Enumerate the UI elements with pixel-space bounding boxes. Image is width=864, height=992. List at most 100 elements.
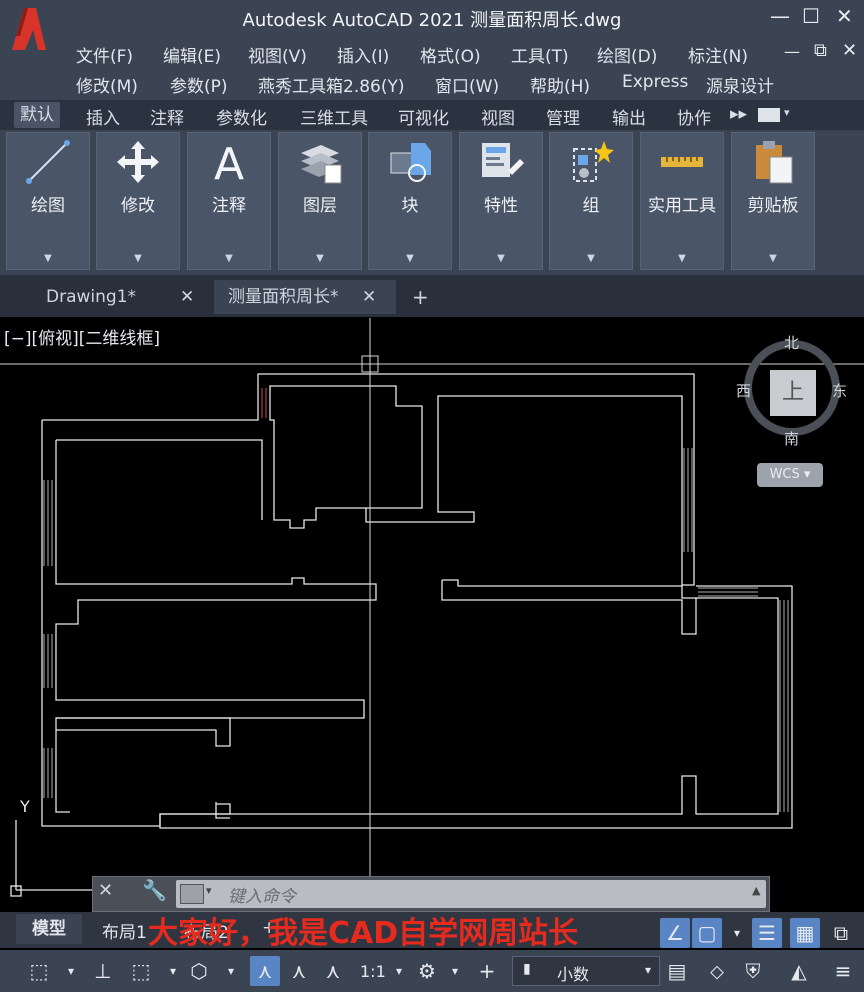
menu-tools[interactable]: 工具(T) <box>511 42 569 67</box>
command-history-dropdown-icon[interactable]: ▾ <box>206 884 212 897</box>
doc-restore-button[interactable]: ⧉ <box>814 40 827 61</box>
compass-north[interactable]: 北 <box>784 332 799 353</box>
annotation-visibility-icon[interactable]: ⋏ <box>250 956 280 986</box>
minimize-button[interactable]: — <box>770 4 790 28</box>
panel-draw[interactable]: 绘图 ▼ <box>6 132 90 270</box>
ucs-menu-button[interactable]: WCS ▾ <box>757 463 823 487</box>
scale-dropdown-icon[interactable]: ▾ <box>384 956 414 986</box>
close-button[interactable]: ✕ <box>836 4 853 28</box>
panel-modify[interactable]: 修改 ▼ <box>96 132 180 270</box>
menu-help[interactable]: 帮助(H) <box>530 72 590 97</box>
tab-visualize[interactable]: 可视化 <box>398 104 449 129</box>
more-tabs-icon[interactable]: ▸▸ <box>730 104 747 124</box>
close-icon[interactable]: ✕ <box>362 280 376 314</box>
panel-clipboard[interactable]: 剪贴板 ▼ <box>731 132 815 270</box>
dynamic-ucs-icon[interactable]: ⊥ <box>88 956 118 986</box>
tab-parametric[interactable]: 参数化 <box>216 104 267 129</box>
workspace-dropdown-icon[interactable]: ▾ <box>440 956 470 986</box>
3d-osnap-icon[interactable]: ⬚ <box>24 956 54 986</box>
chevron-down-icon[interactable]: ▼ <box>7 253 89 264</box>
gear-icon[interactable]: ⚙ <box>412 956 442 986</box>
chevron-down-icon: ▾ <box>644 963 651 977</box>
gizmo-icon[interactable]: ⬡ <box>184 956 214 986</box>
viewcube-top-face[interactable]: 上 <box>770 370 816 416</box>
menu-yanxiu[interactable]: 燕秀工具箱2.86(Y) <box>258 72 405 97</box>
ribbon-minimize-icon[interactable] <box>758 108 780 122</box>
hardware-acceleration-icon[interactable]: ⛨ <box>738 956 768 986</box>
panel-label: 图层 <box>303 196 337 216</box>
menu-view[interactable]: 视图(V) <box>248 42 307 67</box>
tab-insert[interactable]: 插入 <box>86 104 120 129</box>
chevron-down-icon[interactable]: ▼ <box>732 253 814 264</box>
snap-dropdown-icon[interactable]: ▾ <box>722 918 752 948</box>
annotation-monitor-icon[interactable]: + <box>472 956 502 986</box>
tab-output[interactable]: 输出 <box>612 104 646 129</box>
auto-scale-icon[interactable]: ⋏ <box>284 956 314 986</box>
gizmo-dropdown-icon[interactable]: ▾ <box>216 956 246 986</box>
chevron-down-icon[interactable]: ▼ <box>279 253 361 264</box>
tab-3d-tools[interactable]: 三维工具 <box>300 104 368 129</box>
menu-modify[interactable]: 修改(M) <box>76 72 138 97</box>
isolate-objects-icon[interactable]: ⬦ <box>702 956 732 986</box>
doc-tab-drawing1[interactable]: Drawing1* ✕ <box>30 280 206 314</box>
menu-express[interactable]: Express <box>622 72 688 92</box>
doc-close-button[interactable]: ✕ <box>842 40 857 61</box>
menu-window[interactable]: 窗口(W) <box>435 72 499 97</box>
chevron-down-icon[interactable]: ▼ <box>188 253 270 264</box>
menu-insert[interactable]: 插入(I) <box>337 42 389 67</box>
selection-cycling-icon[interactable]: ⧉ <box>826 918 856 948</box>
panel-layers[interactable]: 图层 ▼ <box>278 132 362 270</box>
tab-manage[interactable]: 管理 <box>546 104 580 129</box>
selection-filter-icon[interactable]: ⬚ <box>126 956 156 986</box>
object-snap-icon[interactable]: ▢ <box>692 918 722 948</box>
doc-tab-current[interactable]: 测量面积周长* ✕ <box>214 280 396 314</box>
panel-annotation[interactable]: A 注释 ▼ <box>187 132 271 270</box>
new-tab-button[interactable]: + <box>412 280 429 314</box>
compass-east[interactable]: 东 <box>832 380 847 401</box>
menu-format[interactable]: 格式(O) <box>420 42 481 67</box>
tab-layout1[interactable]: 布局1 <box>102 918 147 943</box>
lineweight-icon[interactable]: ☰ <box>752 918 782 948</box>
chevron-down-icon[interactable]: ▼ <box>550 253 632 264</box>
chevron-down-icon[interactable]: ▼ <box>369 253 451 264</box>
tab-annotate[interactable]: 注释 <box>150 104 184 129</box>
doc-tab-label: Drawing1* <box>46 287 137 307</box>
menu-yuanquan[interactable]: 源泉设计 <box>706 72 774 97</box>
menu-parametric[interactable]: 参数(P) <box>170 72 228 97</box>
close-command-icon[interactable]: ✕ <box>98 880 113 901</box>
compass-west[interactable]: 西 <box>736 380 751 401</box>
chevron-down-icon[interactable]: ▼ <box>641 253 723 264</box>
panel-utilities[interactable]: 实用工具 ▼ <box>640 132 724 270</box>
command-prompt-icon[interactable] <box>180 884 204 904</box>
annotation-scale-icon[interactable]: ⋏ <box>318 956 348 986</box>
menu-draw[interactable]: 绘图(D) <box>597 42 657 67</box>
menu-file[interactable]: 文件(F) <box>76 42 133 67</box>
chevron-down-icon[interactable]: ▼ <box>97 253 179 264</box>
chevron-down-icon[interactable]: ▼ <box>460 253 542 264</box>
tab-model[interactable]: 模型 <box>16 914 82 944</box>
hamburger-menu-icon[interactable]: ≡ <box>828 956 858 986</box>
tab-default[interactable]: 默认 <box>14 102 60 128</box>
units-select[interactable]: ▮ 小数 ▾ <box>512 956 660 986</box>
compass-south[interactable]: 南 <box>784 428 799 449</box>
doc-minimize-button[interactable]: — <box>784 42 800 61</box>
window-title: Autodesk AutoCAD 2021 测量面积周长.dwg <box>242 10 622 31</box>
command-expand-icon[interactable]: ▲ <box>752 884 760 897</box>
transparency-icon[interactable]: ▦ <box>790 918 820 948</box>
tab-collaborate[interactable]: 协作 <box>677 104 711 129</box>
graphics-performance-icon[interactable]: ◭ <box>784 956 814 986</box>
maximize-button[interactable]: ☐ <box>802 4 820 28</box>
panel-group[interactable]: 组 ▼ <box>549 132 633 270</box>
annotation-scale-value[interactable]: 1:1 <box>360 962 386 981</box>
panel-properties[interactable]: 特性 ▼ <box>459 132 543 270</box>
polar-tracking-icon[interactable]: ∠ <box>660 918 690 948</box>
quick-properties-icon[interactable]: ▤ <box>662 956 692 986</box>
3d-osnap-dropdown-icon[interactable]: ▾ <box>56 956 86 986</box>
close-icon[interactable]: ✕ <box>180 280 194 314</box>
panel-block[interactable]: 块 ▼ <box>368 132 452 270</box>
wrench-icon[interactable]: 🔧 <box>142 878 167 902</box>
tab-view[interactable]: 视图 <box>481 104 515 129</box>
menu-dimension[interactable]: 标注(N) <box>688 42 748 67</box>
ribbon-dropdown-icon[interactable]: ▾ <box>784 106 790 119</box>
menu-edit[interactable]: 编辑(E) <box>163 42 221 67</box>
